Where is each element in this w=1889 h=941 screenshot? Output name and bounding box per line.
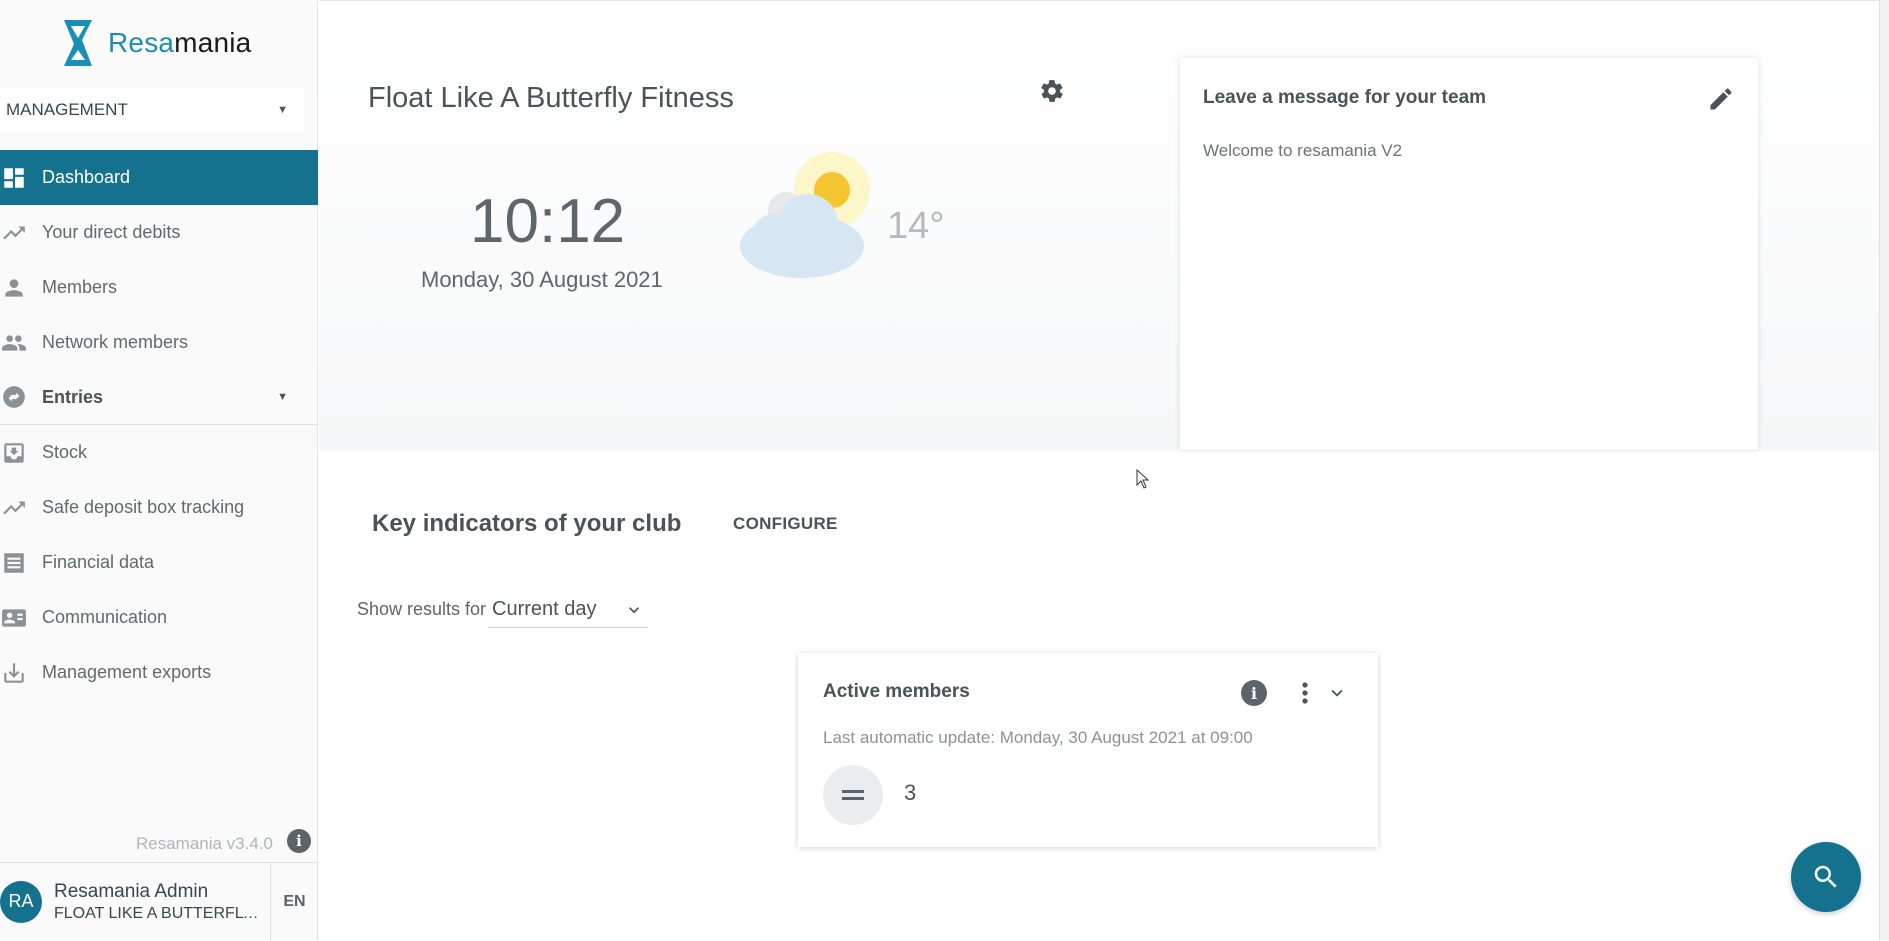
logo-text: Resamania [108,27,252,58]
sidebar-item-label: Stock [42,442,88,462]
clock-date: Monday, 30 August 2021 [421,267,663,292]
sidebar-item-label: Network members [42,332,189,352]
key-indicators-title: Key indicators of your club [372,510,682,537]
user-name: Resamania Admin [54,880,209,902]
stock-icon [0,439,28,467]
avatar[interactable]: RA [0,880,42,923]
download-icon [0,659,28,687]
temperature: 14° [887,205,945,247]
sidebar-item-dashboard[interactable]: Dashboard [0,150,318,205]
indicator-last-update: Last automatic update: Monday, 30 August… [823,728,1253,747]
sidebar-item-label: Entries [42,386,104,407]
clock-time: 10:12 [470,187,626,256]
search-button[interactable] [1791,842,1861,912]
sidebar-item-communication[interactable]: Communication [0,590,318,645]
person-icon [0,274,28,302]
period-select[interactable]: Current day [488,592,648,628]
indicator-title: Active members [823,681,970,702]
sidebar: Resamania MANAGEMENT ▼ Dashboard Your di… [0,0,318,941]
sidebar-item-financial-data[interactable]: Financial data [0,535,318,590]
sidebar-item-label: Management exports [42,662,212,682]
indicator-value: 3 [904,780,917,805]
chevron-down-icon[interactable] [1326,682,1348,704]
sidebar-item-stock[interactable]: Stock [0,425,318,480]
sidebar-item-label: Dashboard [42,167,131,187]
sidebar-item-label: Safe deposit box tracking [42,497,245,517]
receipt-icon [0,549,28,577]
info-icon[interactable]: i [1241,680,1267,706]
team-message-body: Welcome to resamania V2 [1203,141,1403,160]
info-icon[interactable]: i [287,829,311,853]
dashboard-icon [0,164,28,192]
configure-button[interactable]: CONFIGURE [733,514,838,534]
sidebar-item-management-exports[interactable]: Management exports [0,645,318,700]
partly-cloudy-icon [740,152,870,278]
gear-icon[interactable] [1039,78,1065,104]
show-results-label: Show results for [357,599,487,619]
caret-down-icon: ▼ [277,104,288,116]
sidebar-item-network-members[interactable]: Network members [0,315,318,370]
chevron-down-icon [629,606,639,613]
team-message-title: Leave a message for your team [1203,87,1487,108]
user-info[interactable]: Resamania Admin FLOAT LIKE A BUTTERFLY F… [54,881,268,923]
sidebar-item-label: Financial data [42,552,155,572]
mode-select[interactable]: MANAGEMENT ▼ [0,88,304,132]
sidebar-item-label: Communication [42,607,168,627]
period-select-value: Current day [492,598,597,620]
sidebar-item-label: Your direct debits [42,222,181,242]
sidebar-nav: Dashboard Your direct debits Members Net… [0,150,318,700]
resamania-logo-icon [64,20,92,66]
sidebar-item-label: Members [42,277,118,297]
user-bar: RA Resamania Admin FLOAT LIKE A BUTTERFL… [0,862,318,941]
page-scrollbar[interactable] [1879,0,1889,940]
page-title: Float Like A Butterfly Fitness [368,82,734,114]
sidebar-item-safe-deposit[interactable]: Safe deposit box tracking [0,480,318,535]
indicator-card-active-members: Active members i Last automatic update: … [798,653,1378,847]
sidebar-item-members[interactable]: Members [0,260,318,315]
team-message-card: Leave a message for your team Welcome to… [1180,58,1758,450]
language-switch[interactable]: EN [270,863,318,941]
mouse-cursor-icon [1136,469,1150,489]
user-club: FLOAT LIKE A BUTTERFLY FITNESS [54,904,268,922]
people-icon [0,329,28,357]
sidebar-item-entries[interactable]: Entries ▼ [0,370,318,425]
mode-select-value: MANAGEMENT [6,100,128,119]
logo[interactable]: Resamania [62,18,251,68]
trending-up-icon [0,219,28,247]
equal-icon [823,765,883,825]
contact-card-icon [0,604,28,632]
more-vert-icon[interactable] [1295,680,1315,706]
search-icon [1814,865,1837,888]
app-version: Resamania v3.4.0 [135,834,273,853]
swap-icon [0,383,28,411]
pencil-icon[interactable] [1707,85,1735,113]
trending-up-icon [0,494,28,522]
sidebar-item-direct-debits[interactable]: Your direct debits [0,205,318,260]
caret-down-icon: ▼ [277,391,288,403]
